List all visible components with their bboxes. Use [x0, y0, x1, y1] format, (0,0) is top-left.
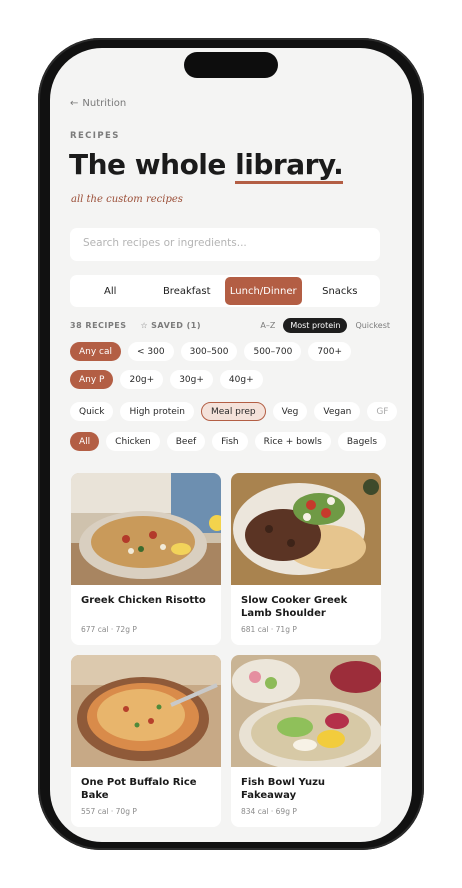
- saved-filter[interactable]: ☆ SAVED (1): [140, 321, 201, 330]
- sort-options: A–Z Most protein Quickest: [260, 318, 390, 333]
- tab-lunch-dinner[interactable]: Lunch/Dinner: [225, 277, 302, 305]
- back-label: Nutrition: [82, 98, 127, 109]
- chip-700-plus[interactable]: 700+: [308, 342, 352, 361]
- recipe-card[interactable]: Greek Chicken Risotto 677 cal · 72g P: [71, 473, 221, 645]
- tab-all[interactable]: All: [72, 277, 149, 305]
- chip-veg[interactable]: Veg: [272, 402, 308, 421]
- search-input[interactable]: Search recipes or ingredients...: [70, 228, 380, 261]
- chip-chicken[interactable]: Chicken: [106, 432, 160, 451]
- sort-most-protein[interactable]: Most protein: [283, 318, 348, 333]
- recipe-image: [231, 655, 381, 767]
- back-link[interactable]: ← Nutrition: [70, 98, 126, 109]
- recipe-nutrition: 681 cal · 71g P: [241, 625, 297, 634]
- chip-500-700[interactable]: 500–700: [244, 342, 302, 361]
- category-filters: All Chicken Beef Fish Rice + bowls Bagel…: [70, 432, 387, 451]
- title-underlined: library.: [235, 148, 344, 184]
- chip-300-500[interactable]: 300–500: [180, 342, 238, 361]
- title-text: The whole: [69, 148, 236, 181]
- star-icon: ☆: [140, 321, 149, 330]
- chip-bagels[interactable]: Bagels: [337, 432, 387, 451]
- page-title: The whole library.: [69, 148, 344, 184]
- recipe-nutrition: 834 cal · 69g P: [241, 807, 297, 816]
- sort-quickest[interactable]: Quickest: [355, 321, 390, 330]
- meal-tabs: All Breakfast Lunch/Dinner Snacks: [70, 275, 380, 307]
- recipe-name: One Pot Buffalo Rice Bake: [81, 777, 197, 801]
- tab-snacks[interactable]: Snacks: [302, 277, 379, 305]
- chip-high-protein[interactable]: High protein: [120, 402, 194, 421]
- recipe-nutrition: 557 cal · 70g P: [81, 807, 137, 816]
- chip-vegan[interactable]: Vegan: [314, 402, 361, 421]
- saved-label: SAVED (1): [151, 321, 202, 330]
- page-subtitle: all the custom recipes: [71, 194, 183, 205]
- chip-all[interactable]: All: [70, 432, 100, 451]
- chip-30g[interactable]: 30g+: [170, 370, 213, 389]
- chip-fish[interactable]: Fish: [212, 432, 248, 451]
- sort-az[interactable]: A–Z: [260, 321, 275, 330]
- recipe-name: Greek Chicken Risotto: [81, 595, 206, 606]
- chip-gf[interactable]: GF: [367, 402, 398, 421]
- app-screen: ← Nutrition RECIPES The whole library. a…: [50, 48, 412, 842]
- recipe-card[interactable]: Slow Cooker Greek Lamb Shoulder 681 cal …: [231, 473, 381, 645]
- chip-meal-prep[interactable]: Meal prep: [201, 402, 266, 421]
- chip-40g[interactable]: 40g+: [219, 370, 263, 389]
- recipe-image: [231, 473, 381, 585]
- chip-any-cal[interactable]: Any cal: [70, 342, 122, 361]
- chip-rice-bowls[interactable]: Rice + bowls: [254, 432, 331, 451]
- chip-under-300[interactable]: < 300: [128, 342, 174, 361]
- chip-beef[interactable]: Beef: [166, 432, 206, 451]
- arrow-left-icon: ←: [70, 98, 79, 109]
- recipe-image: [71, 473, 221, 585]
- protein-filters: Any P 20g+ 30g+ 40g+: [70, 370, 263, 389]
- list-meta: 38 RECIPES ☆ SAVED (1) A–Z Most protein Q…: [70, 318, 390, 333]
- recipe-card[interactable]: Fish Bowl Yuzu Fakeaway 834 cal · 69g P: [231, 655, 381, 827]
- recipe-image: [71, 655, 221, 767]
- calorie-filters: Any cal < 300 300–500 500–700 700+: [70, 342, 352, 361]
- chip-20g[interactable]: 20g+: [120, 370, 164, 389]
- section-eyebrow: RECIPES: [70, 131, 120, 141]
- tab-breakfast[interactable]: Breakfast: [149, 277, 226, 305]
- dynamic-island: [184, 52, 278, 78]
- recipe-card[interactable]: One Pot Buffalo Rice Bake 557 cal · 70g …: [71, 655, 221, 827]
- recipe-name: Slow Cooker Greek Lamb Shoulder: [241, 595, 348, 619]
- recipe-count: 38 RECIPES: [70, 321, 127, 330]
- recipe-name: Fish Bowl Yuzu Fakeaway: [241, 777, 326, 801]
- tag-filters: Quick High protein Meal prep Veg Vegan G…: [70, 402, 398, 421]
- chip-quick[interactable]: Quick: [70, 402, 114, 421]
- recipe-nutrition: 677 cal · 72g P: [81, 625, 137, 634]
- chip-any-p[interactable]: Any P: [70, 370, 114, 389]
